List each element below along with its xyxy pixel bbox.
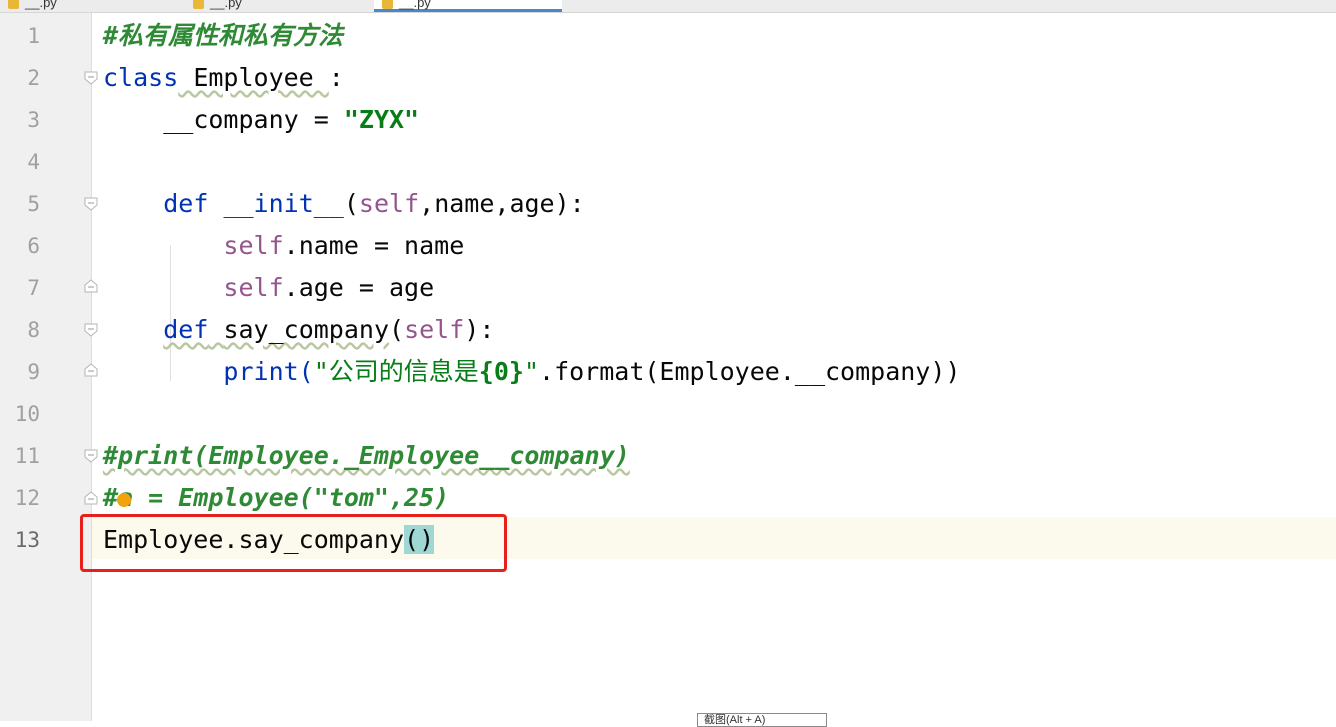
line-number: 12 xyxy=(14,486,40,510)
line-number: 11 xyxy=(14,444,40,468)
code-line-12[interactable]: #a = Employee("tom",25) xyxy=(103,477,449,519)
line-number: 7 xyxy=(27,276,40,300)
code-line-7[interactable]: self.age = age xyxy=(103,267,434,309)
line-number: 1 xyxy=(27,24,40,48)
line-number: 6 xyxy=(27,234,40,258)
code-editor[interactable]: #私有属性和私有方法 class Employee : __company = … xyxy=(92,13,1336,721)
editor-tab[interactable]: __.py xyxy=(185,0,250,11)
line-number: 8 xyxy=(27,318,40,342)
line-number: 4 xyxy=(27,150,40,174)
line-number-current: 13 xyxy=(14,528,40,552)
line-number-gutter[interactable]: 1 2 3 4 5 6 7 8 9 10 11 12 13 xyxy=(0,13,92,721)
python-file-icon xyxy=(382,0,393,10)
code-line-8[interactable]: def say_company(self): xyxy=(103,309,494,351)
highlight-box xyxy=(80,514,507,572)
editor-tab[interactable]: __.py xyxy=(0,0,65,11)
code-line-9[interactable]: print("公司的信息是{0}".format(Employee.__comp… xyxy=(103,351,960,393)
screenshot-hint: 截图(Alt + A) xyxy=(697,713,827,727)
python-file-icon xyxy=(8,0,19,10)
line-number: 2 xyxy=(27,66,40,90)
code-line-2[interactable]: class Employee : xyxy=(103,57,344,99)
editor-tab-active[interactable]: __.py xyxy=(374,0,562,12)
code-line-6[interactable]: self.name = name xyxy=(103,225,464,267)
line-number: 10 xyxy=(14,402,40,426)
python-file-icon xyxy=(193,0,204,10)
line-number: 3 xyxy=(27,108,40,132)
line-number: 5 xyxy=(27,192,40,216)
line-number: 9 xyxy=(27,360,40,384)
code-line-11[interactable]: #print(Employee._Employee__company) xyxy=(103,435,630,477)
editor-tab-bar: __.py __.py __.py xyxy=(0,0,1336,13)
code-line-5[interactable]: def __init__(self,name,age): xyxy=(103,183,585,225)
intention-bulb-icon[interactable] xyxy=(117,493,131,507)
code-line-1[interactable]: #私有属性和私有方法 xyxy=(103,15,343,57)
code-line-3[interactable]: __company = "ZYX" xyxy=(103,99,419,141)
